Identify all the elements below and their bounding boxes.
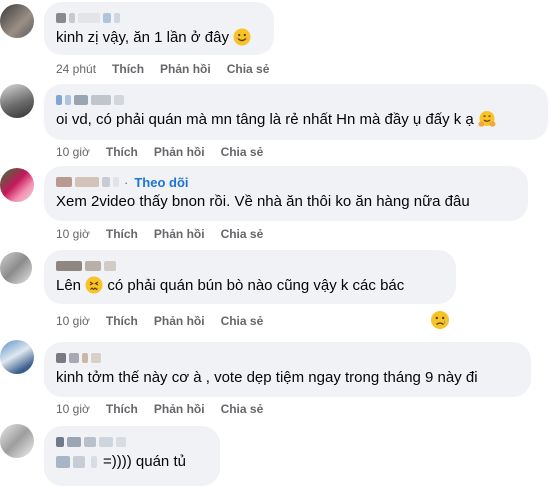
- share-button[interactable]: Chia sẻ: [221, 402, 264, 416]
- avatar[interactable]: [0, 168, 34, 202]
- comment-bubble: · Theo dõi Xem 2video thấy bnon rồi. Về …: [44, 166, 528, 221]
- comment-text: oi vd, có phải quán mà mn tâng là rẻ nhấ…: [56, 110, 536, 134]
- avatar[interactable]: [0, 84, 34, 118]
- commenter-name[interactable]: [56, 350, 519, 366]
- commenter-name[interactable]: [56, 434, 208, 450]
- comment-bubble: kinh tởm thế này cơ à , vote dẹp tiệm ng…: [44, 342, 531, 397]
- comment-text: Xem 2video thấy bnon rồi. Về nhà ăn thôi…: [56, 193, 470, 210]
- share-button[interactable]: Chia sẻ: [227, 62, 270, 76]
- timestamp[interactable]: 10 giờ: [56, 145, 90, 159]
- timestamp[interactable]: 10 giờ: [56, 402, 90, 416]
- sad-face-icon[interactable]: [429, 309, 451, 336]
- separator-dot: ·: [124, 174, 129, 190]
- like-button[interactable]: Thích: [106, 314, 138, 328]
- timestamp[interactable]: 10 giờ: [56, 227, 90, 241]
- comment-bubble: Lên có phải quán bún bò nào cũng vậy k c…: [44, 250, 456, 304]
- reply-button[interactable]: Phản hồi: [160, 62, 211, 76]
- avatar[interactable]: [0, 4, 34, 38]
- comment-text: kinh zị vậy, ăn 1 lần ở đây: [56, 28, 262, 52]
- comment-actions: 10 giờ Thích Phản hồi Chia sẻ: [56, 314, 263, 328]
- comment-bubble: =)))) quán tủ: [44, 426, 220, 486]
- share-button[interactable]: Chia sẻ: [221, 314, 264, 328]
- commenter-name[interactable]: [56, 10, 262, 26]
- commenter-name: · Theo dõi: [56, 174, 516, 190]
- share-button[interactable]: Chia sẻ: [221, 227, 264, 241]
- avatar[interactable]: [0, 340, 34, 374]
- commenter-name[interactable]: [56, 258, 444, 274]
- hugging-face-icon: [478, 110, 496, 134]
- like-button[interactable]: Thích: [112, 62, 144, 76]
- follow-button[interactable]: Theo dõi: [134, 175, 188, 190]
- timestamp[interactable]: 24 phút: [56, 62, 96, 76]
- comment-text: =)))) quán tủ: [56, 452, 208, 472]
- like-button[interactable]: Thích: [106, 402, 138, 416]
- avatar[interactable]: [0, 424, 34, 458]
- avatar[interactable]: [0, 252, 32, 284]
- comment-text: Lên có phải quán bún bò nào cũng vậy k c…: [56, 276, 444, 300]
- comment-actions: 10 giờ Thích Phản hồi Chia sẻ: [56, 145, 263, 159]
- reply-button[interactable]: Phản hồi: [154, 145, 205, 159]
- smiling-face-icon: [233, 28, 251, 52]
- comment-text: kinh tởm thế này cơ à , vote dẹp tiệm ng…: [56, 369, 478, 386]
- like-button[interactable]: Thích: [106, 227, 138, 241]
- share-button[interactable]: Chia sẻ: [221, 145, 264, 159]
- like-button[interactable]: Thích: [106, 145, 138, 159]
- comment-bubble: oi vd, có phải quán mà mn tâng là rẻ nhấ…: [44, 84, 548, 140]
- reply-button[interactable]: Phản hồi: [154, 402, 205, 416]
- comment-actions: 10 giờ Thích Phản hồi Chia sẻ: [56, 402, 263, 416]
- comment-actions: 24 phút Thích Phản hồi Chia sẻ: [56, 62, 269, 76]
- reply-button[interactable]: Phản hồi: [154, 227, 205, 241]
- confounded-face-icon: [85, 276, 103, 300]
- timestamp[interactable]: 10 giờ: [56, 314, 90, 328]
- reply-button[interactable]: Phản hồi: [154, 314, 205, 328]
- mention-tag[interactable]: [56, 456, 70, 469]
- commenter-name[interactable]: [56, 92, 536, 108]
- comment-actions: 10 giờ Thích Phản hồi Chia sẻ: [56, 227, 263, 241]
- comment-bubble: kinh zị vậy, ăn 1 lần ở đây: [44, 2, 274, 55]
